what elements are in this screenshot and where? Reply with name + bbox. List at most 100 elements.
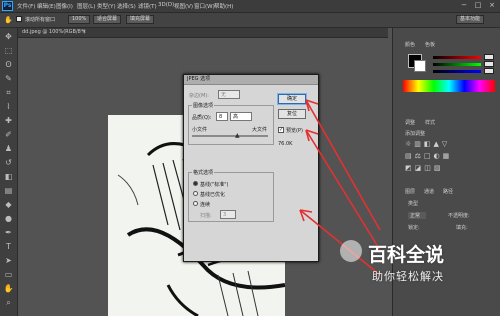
quality-slider-track[interactable] bbox=[192, 135, 268, 137]
scans-select[interactable]: 3 bbox=[220, 210, 236, 219]
green-value-field[interactable] bbox=[484, 61, 494, 67]
blend-mode-select[interactable]: 正常 bbox=[408, 212, 427, 219]
lasso-tool-icon[interactable]: ʘ bbox=[3, 60, 14, 70]
jpeg-options-dialog: JPEG 选项 杂边(M): 无 图像选项 品质(Q): 8 高 小文件 大文件… bbox=[183, 74, 319, 262]
move-tool-icon[interactable]: ✥ bbox=[3, 32, 14, 42]
crop-tool-icon[interactable]: ⌗ bbox=[3, 88, 14, 98]
radio-progressive[interactable] bbox=[193, 201, 198, 206]
dialog-title: JPEG 选项 bbox=[184, 75, 318, 85]
green-slider[interactable] bbox=[433, 63, 481, 66]
shape-tool-icon[interactable]: ▭ bbox=[3, 270, 14, 280]
quality-slider-handle[interactable]: ▲ bbox=[235, 132, 240, 139]
dodge-tool-icon[interactable]: ● bbox=[3, 214, 14, 224]
menu-window[interactable]: 窗口(W) bbox=[194, 2, 215, 10]
image-options-legend: 图像选项 bbox=[192, 102, 215, 109]
blur-tool-icon[interactable]: ◆ bbox=[3, 200, 14, 210]
clone-stamp-icon[interactable]: ♟ bbox=[3, 144, 14, 154]
scroll-all-label: 滚动所有窗口 bbox=[25, 17, 56, 23]
scroll-all-checkbox[interactable] bbox=[16, 16, 22, 22]
adjustment-icons-row2[interactable]: ▤⚖□◐▦ bbox=[405, 152, 452, 160]
tab-color[interactable]: 颜色 bbox=[405, 41, 415, 48]
preview-label: 预览(P) bbox=[286, 128, 303, 134]
tab-swatches[interactable]: 色板 bbox=[425, 41, 435, 48]
progressive-label: 连续 bbox=[200, 202, 211, 208]
background-color-swatch[interactable] bbox=[414, 60, 426, 72]
reset-button[interactable]: 复位 bbox=[278, 109, 306, 119]
document-tab[interactable]: dd.jpeg @ 100%(RGB/8*) bbox=[22, 29, 85, 35]
file-size-value: 76.0K bbox=[278, 141, 293, 147]
photoshop-logo-icon: Ps bbox=[2, 1, 13, 11]
menu-file[interactable]: 文件(F) bbox=[17, 2, 35, 10]
preview-checkbox[interactable]: ✓ bbox=[278, 127, 284, 133]
adjustment-icons-row1[interactable]: ☼▥◧▲▽ bbox=[405, 140, 450, 148]
matte-select[interactable]: 无 bbox=[218, 90, 240, 99]
watermark-title: 百科全说 bbox=[368, 244, 445, 266]
menu-bar bbox=[0, 0, 500, 13]
radio-baseline-optimized[interactable] bbox=[193, 191, 198, 196]
menu-type[interactable]: 类型(Y) bbox=[97, 2, 116, 10]
image-options-group bbox=[188, 105, 274, 145]
menu-help[interactable]: 帮助(H) bbox=[214, 2, 233, 10]
tab-styles[interactable]: 样式 bbox=[425, 119, 435, 126]
close-window-icon[interactable]: × bbox=[486, 1, 498, 10]
opacity-label: 不透明度: bbox=[448, 213, 470, 219]
menu-edit[interactable]: 编辑(E) bbox=[37, 2, 56, 10]
small-file-label: 小文件 bbox=[192, 127, 208, 133]
color-spectrum-ramp[interactable] bbox=[403, 80, 495, 92]
quality-label: 品质(Q): bbox=[192, 115, 212, 121]
ok-button[interactable]: 确定 bbox=[278, 94, 306, 104]
watermark-logo-icon bbox=[340, 240, 362, 262]
adjustment-icons-row3[interactable]: ◩◪◫▨ bbox=[405, 164, 443, 172]
workspace-switcher[interactable]: 基本功能 bbox=[456, 15, 485, 24]
healing-brush-icon[interactable]: ✚ bbox=[3, 116, 14, 126]
eyedropper-tool-icon[interactable]: ⌇ bbox=[3, 102, 14, 112]
history-brush-icon[interactable]: ↺ bbox=[3, 158, 14, 168]
large-file-label: 大文件 bbox=[252, 127, 268, 133]
quality-preset-select[interactable]: 高 bbox=[230, 112, 252, 121]
lock-label: 锁定: bbox=[408, 225, 420, 231]
fill-label: 填充: bbox=[456, 225, 468, 231]
path-select-tool-icon[interactable]: ➤ bbox=[3, 256, 14, 266]
blue-slider[interactable] bbox=[433, 70, 481, 73]
maximize-icon[interactable]: □ bbox=[472, 1, 484, 10]
marquee-tool-icon[interactable]: ⬚ bbox=[3, 46, 14, 56]
hand-tool-icon: ✋ bbox=[4, 16, 13, 24]
matte-label: 杂边(M): bbox=[189, 93, 209, 99]
tab-adjustments[interactable]: 调整 bbox=[405, 119, 415, 126]
zoom-tool-icon[interactable]: ⌕ bbox=[3, 298, 14, 308]
menu-filter[interactable]: 滤镜(T) bbox=[138, 2, 157, 10]
tab-channels[interactable]: 通道 bbox=[424, 188, 434, 195]
hand-tool-side-icon[interactable]: ✋ bbox=[3, 284, 14, 294]
tab-paths[interactable]: 路径 bbox=[443, 188, 453, 195]
menu-select[interactable]: 选择(S) bbox=[117, 2, 136, 10]
menu-3d[interactable]: 3D(D) bbox=[158, 2, 174, 8]
baseline-standard-label: 基线("标准") bbox=[200, 182, 229, 188]
layer-filter-kind[interactable]: 类型 bbox=[408, 200, 418, 207]
menu-image[interactable]: 图像(I) bbox=[56, 2, 73, 10]
pen-tool-icon[interactable]: ✒ bbox=[3, 228, 14, 238]
menu-layer[interactable]: 图层(L) bbox=[77, 2, 95, 10]
format-options-legend: 格式选项 bbox=[192, 169, 215, 176]
radio-baseline-standard[interactable] bbox=[193, 181, 198, 186]
blue-value-field[interactable] bbox=[484, 68, 494, 74]
tab-layers[interactable]: 图层 bbox=[405, 188, 415, 195]
watermark-subtitle: 助你轻松解决 bbox=[372, 270, 444, 283]
baseline-optimized-label: 基线已优化 bbox=[200, 192, 226, 198]
zoom-100-button[interactable]: 100% bbox=[68, 15, 91, 24]
minimize-icon[interactable]: − bbox=[458, 1, 470, 10]
menu-view[interactable]: 视图(V) bbox=[174, 2, 193, 10]
add-adjustment-label: 添加调整 bbox=[405, 131, 426, 137]
red-slider[interactable] bbox=[433, 56, 481, 59]
fit-screen-button[interactable]: 适合屏幕 bbox=[93, 15, 122, 24]
quick-select-tool-icon[interactable]: ✎ bbox=[3, 74, 14, 84]
red-value-field[interactable] bbox=[484, 54, 494, 60]
brush-tool-icon[interactable]: ✐ bbox=[3, 130, 14, 140]
fill-screen-button[interactable]: 填充屏幕 bbox=[126, 15, 155, 24]
close-tab-icon[interactable]: × bbox=[82, 29, 86, 35]
type-tool-icon[interactable]: T bbox=[3, 242, 14, 252]
watermark: 百科全说 助你轻松解决 bbox=[330, 238, 500, 298]
eraser-tool-icon[interactable]: ◧ bbox=[3, 172, 14, 182]
gradient-tool-icon[interactable]: ▤ bbox=[3, 186, 14, 196]
scans-label: 扫描: bbox=[200, 213, 212, 219]
quality-input[interactable]: 8 bbox=[216, 112, 228, 121]
